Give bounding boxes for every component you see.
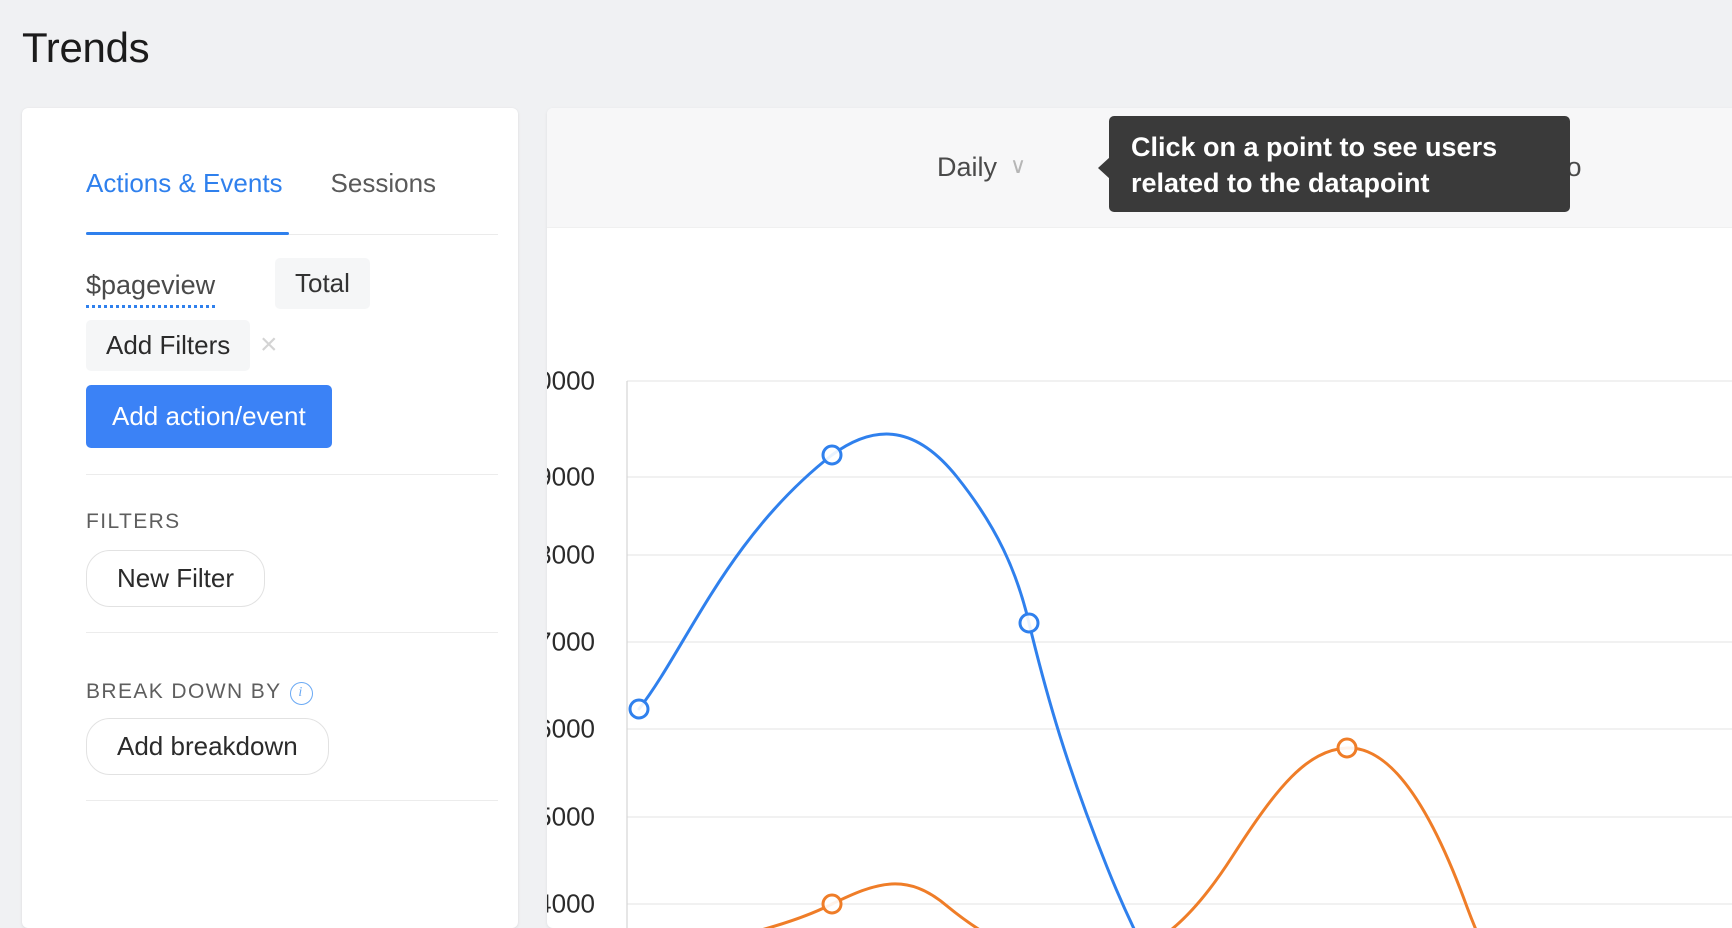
remove-event-icon[interactable]: × <box>260 330 278 360</box>
new-filter-button[interactable]: New Filter <box>86 550 265 607</box>
tab-actions-events[interactable]: Actions & Events <box>86 168 283 217</box>
tooltip-line-1: Click on a point to see users <box>1131 129 1548 165</box>
filters-panel: Actions & Events Sessions $pageview Tota… <box>22 108 518 928</box>
chart-svg <box>547 227 1732 928</box>
add-filters-button[interactable]: Add Filters <box>86 320 250 371</box>
breakdown-label-text: BREAK DOWN BY <box>86 680 282 703</box>
chart-panel: Daily∨ i Line chart∨ Last week∨ Co 10000… <box>547 108 1732 928</box>
chart-info-tooltip: Click on a point to see users related to… <box>1109 116 1570 212</box>
chevron-down-icon: ∨ <box>1010 153 1026 178</box>
tooltip-line-2: related to the datapoint <box>1131 165 1548 201</box>
interval-value: Daily <box>937 152 997 182</box>
chart-plot-area: 10000 9000 8000 7000 6000 5000 4000 <box>547 227 1732 928</box>
add-action-event-button[interactable]: Add action/event <box>86 385 332 448</box>
series-line-blue <box>639 434 1227 928</box>
interval-dropdown[interactable]: Daily ∨ <box>937 152 1026 183</box>
event-name[interactable]: $pageview <box>86 270 215 308</box>
filters-section-label: FILTERS <box>86 510 181 534</box>
series-line-orange <box>627 748 1557 928</box>
divider-after-filters <box>86 632 498 633</box>
data-point-blue <box>630 700 648 718</box>
active-tab-indicator <box>86 232 289 235</box>
add-breakdown-button[interactable]: Add breakdown <box>86 718 329 775</box>
tab-sessions[interactable]: Sessions <box>331 168 437 217</box>
event-math-total[interactable]: Total <box>275 258 370 309</box>
gridlines <box>627 381 1732 904</box>
page-title: Trends <box>22 24 149 72</box>
data-point-blue <box>823 446 841 464</box>
panel-tabs: Actions & Events Sessions <box>86 168 498 217</box>
data-point-blue <box>1020 614 1038 632</box>
divider-after-events <box>86 474 498 475</box>
data-point-orange <box>1338 739 1356 757</box>
divider-after-breakdown <box>86 800 498 801</box>
breakdown-section-label: BREAK DOWN BY i <box>86 680 313 705</box>
event-row: $pageview Total <box>86 266 498 312</box>
data-point-orange <box>823 895 841 913</box>
info-icon[interactable]: i <box>290 682 313 705</box>
